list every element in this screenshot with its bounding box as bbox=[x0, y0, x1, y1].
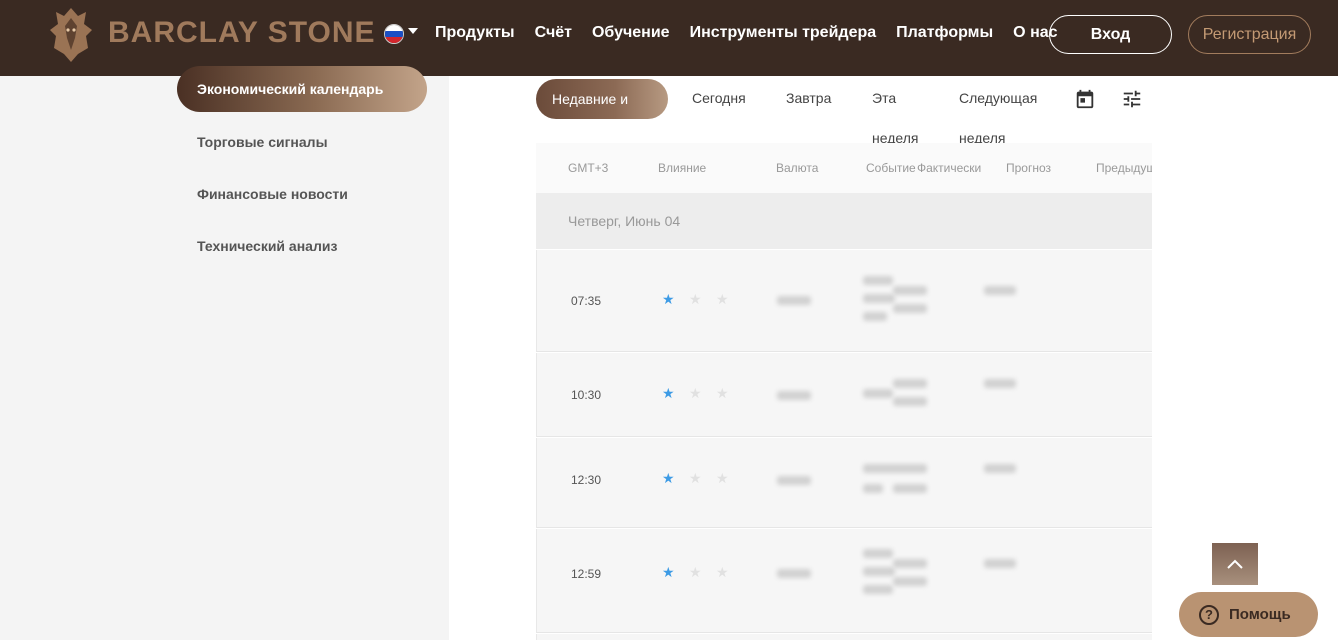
tune-icon[interactable] bbox=[1121, 88, 1143, 110]
table-row[interactable]: 12:30 ★ ★ ★ bbox=[536, 438, 1152, 528]
currency-blurred bbox=[777, 476, 811, 485]
question-icon: ? bbox=[1199, 604, 1219, 625]
table-header: GMT+3 Влияние Валюта Событие Фактически … bbox=[536, 143, 1152, 193]
chevron-up-icon bbox=[1227, 559, 1243, 569]
impact-star-icon: ★ bbox=[662, 470, 675, 486]
tab-today[interactable]: Сегодня bbox=[692, 90, 746, 106]
scroll-to-top-button[interactable] bbox=[1212, 543, 1258, 585]
event-blurred bbox=[863, 567, 895, 576]
event-blurred bbox=[863, 276, 893, 285]
impact-star-icon: ★ bbox=[716, 385, 729, 401]
event-blurred bbox=[863, 312, 887, 321]
register-button[interactable]: Регистрация bbox=[1188, 15, 1311, 54]
impact-star-icon: ★ bbox=[689, 564, 702, 580]
table-row[interactable]: 10:30 ★ ★ ★ bbox=[536, 353, 1152, 437]
impact-star-icon: ★ bbox=[689, 385, 702, 401]
sidebar-item-economic-calendar[interactable]: Экономический календарь bbox=[177, 66, 427, 112]
sidebar bbox=[0, 76, 449, 640]
calendar-icon[interactable] bbox=[1074, 88, 1096, 110]
impact-star-icon: ★ bbox=[689, 291, 702, 307]
event-blurred bbox=[863, 464, 927, 473]
sidebar-item-trading-signals[interactable]: Торговые сигналы bbox=[197, 134, 328, 150]
impact-star-icon: ★ bbox=[716, 564, 729, 580]
impact-star-icon: ★ bbox=[689, 470, 702, 486]
event-blurred bbox=[863, 549, 893, 558]
day-label: Четверг, Июнь 04 bbox=[568, 213, 681, 229]
col-header-forecast: Прогноз bbox=[1006, 161, 1052, 175]
nav-account[interactable]: Счёт bbox=[535, 23, 572, 43]
tab-recent[interactable]: Недавние и bbox=[536, 79, 668, 119]
main-nav: Продукты Счёт Обучение Инструменты трейд… bbox=[435, 23, 1078, 43]
help-label: Помощь bbox=[1229, 606, 1291, 623]
nav-products[interactable]: Продукты bbox=[435, 23, 515, 43]
currency-blurred bbox=[777, 391, 811, 400]
col-header-time: GMT+3 bbox=[568, 161, 609, 175]
col-header-event: Событие bbox=[866, 161, 916, 175]
col-header-impact: Влияние bbox=[658, 161, 707, 175]
actual-blurred bbox=[893, 559, 927, 568]
ru-flag-icon[interactable] bbox=[384, 24, 404, 44]
forecast-blurred bbox=[984, 379, 1016, 388]
event-blurred bbox=[863, 389, 893, 398]
actual-blurred bbox=[893, 484, 927, 493]
day-group-header: Четверг, Июнь 04 bbox=[536, 193, 1152, 249]
nav-trader-tools[interactable]: Инструменты трейдера bbox=[690, 23, 877, 43]
actual-blurred bbox=[893, 379, 927, 388]
col-header-actual: Фактически bbox=[917, 161, 982, 175]
impact-star-icon: ★ bbox=[662, 564, 675, 580]
row-time: 07:35 bbox=[571, 294, 602, 308]
impact-star-icon: ★ bbox=[716, 291, 729, 307]
sidebar-item-financial-news[interactable]: Финансовые новости bbox=[197, 186, 348, 202]
row-time: 10:30 bbox=[571, 388, 602, 402]
chevron-down-icon[interactable] bbox=[408, 28, 418, 34]
col-header-previous: Предыдущ bbox=[1096, 161, 1152, 175]
table-row[interactable]: 07:35 ★ ★ ★ bbox=[536, 250, 1152, 352]
forecast-blurred bbox=[984, 286, 1016, 295]
currency-blurred bbox=[777, 296, 811, 305]
calendar-table: GMT+3 Влияние Валюта Событие Фактически … bbox=[536, 143, 1152, 640]
actual-blurred bbox=[893, 286, 927, 295]
col-header-currency: Валюта bbox=[776, 161, 819, 175]
help-button[interactable]: ? Помощь bbox=[1179, 592, 1318, 637]
tab-tomorrow[interactable]: Завтра bbox=[786, 90, 831, 106]
event-blurred bbox=[863, 294, 895, 303]
brand-name[interactable]: BARCLAY STONE bbox=[108, 16, 376, 50]
event-blurred bbox=[863, 484, 883, 493]
sidebar-item-label: Экономический календарь bbox=[197, 81, 384, 97]
login-button[interactable]: Вход bbox=[1049, 15, 1172, 54]
row-time: 12:59 bbox=[571, 567, 602, 581]
currency-blurred bbox=[777, 569, 811, 578]
sidebar-item-technical-analysis[interactable]: Технический анализ bbox=[197, 238, 337, 254]
table-row[interactable] bbox=[536, 634, 1152, 640]
forecast-blurred bbox=[984, 464, 1016, 473]
event-blurred bbox=[863, 585, 893, 594]
lion-logo-icon[interactable] bbox=[48, 6, 94, 64]
impact-star-icon: ★ bbox=[716, 470, 729, 486]
impact-star-icon: ★ bbox=[662, 385, 675, 401]
top-header: BARCLAY STONE Продукты Счёт Обучение Инс… bbox=[0, 0, 1338, 76]
actual-blurred bbox=[893, 304, 927, 313]
nav-education[interactable]: Обучение bbox=[592, 23, 670, 43]
nav-platforms[interactable]: Платформы bbox=[896, 23, 993, 43]
actual-blurred bbox=[893, 397, 927, 406]
forecast-blurred bbox=[984, 559, 1016, 568]
impact-star-icon: ★ bbox=[662, 291, 675, 307]
table-row[interactable]: 12:59 ★ ★ ★ bbox=[536, 529, 1152, 633]
tab-label-line: Следующая bbox=[959, 90, 1038, 106]
tab-label-line: Эта bbox=[872, 90, 897, 106]
row-time: 12:30 bbox=[571, 473, 602, 487]
actual-blurred bbox=[893, 577, 927, 586]
